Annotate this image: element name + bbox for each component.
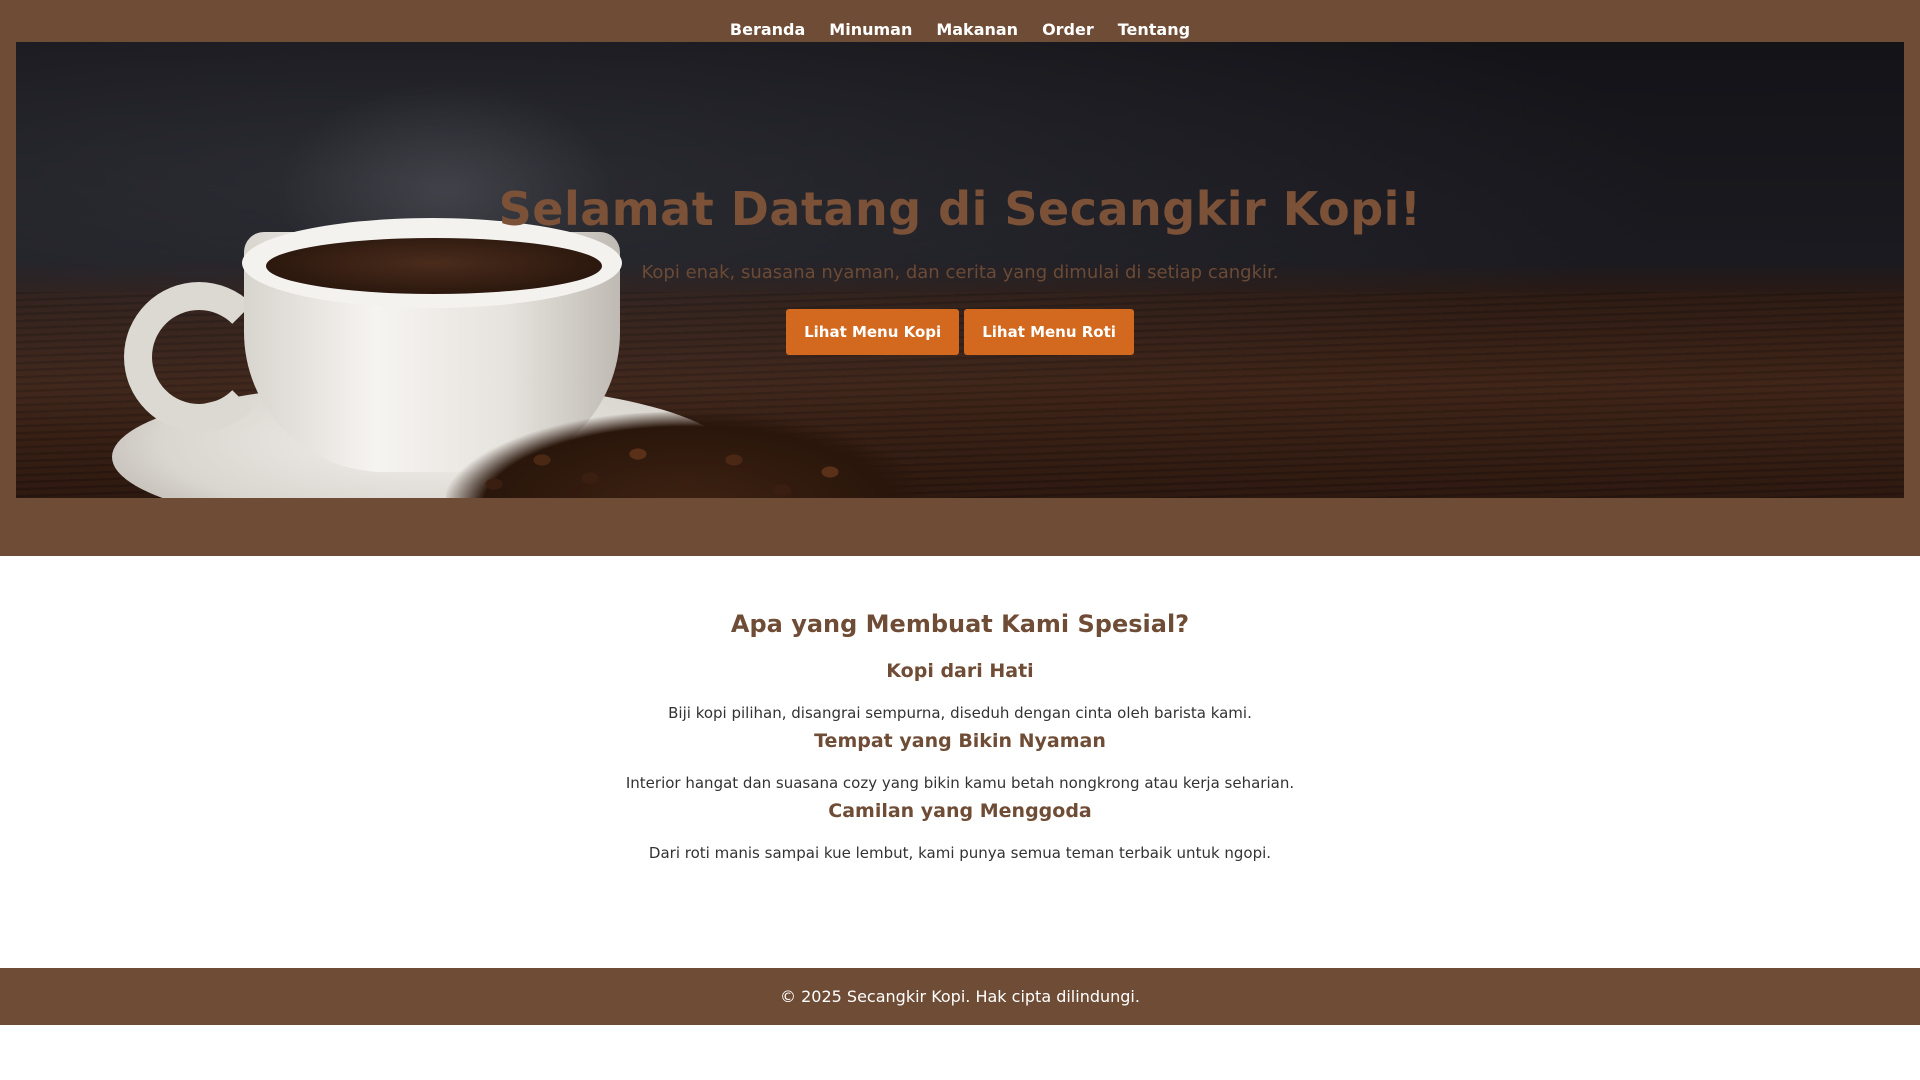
nav-link-order[interactable]: Order bbox=[1042, 20, 1094, 39]
nav-link-minuman[interactable]: Minuman bbox=[829, 20, 912, 39]
footer-copyright: © 2025 Secangkir Kopi. Hak cipta dilindu… bbox=[780, 987, 1140, 1006]
features-section: Apa yang Membuat Kami Spesial? Kopi dari… bbox=[0, 556, 1920, 968]
hero-section: Selamat Datang di Secangkir Kopi! Kopi e… bbox=[0, 42, 1920, 556]
footer: © 2025 Secangkir Kopi. Hak cipta dilindu… bbox=[0, 968, 1920, 1025]
features-title: Apa yang Membuat Kami Spesial? bbox=[730, 610, 1190, 638]
feature-text: Interior hangat dan suasana cozy yang bi… bbox=[625, 774, 1295, 792]
nav-link-beranda[interactable]: Beranda bbox=[730, 20, 805, 39]
main-nav: Beranda Minuman Makanan Order Tentang bbox=[0, 0, 1920, 42]
hero-subtitle: Kopi enak, suasana nyaman, dan cerita ya… bbox=[641, 262, 1279, 283]
hero-buttons: Lihat Menu Kopi Lihat Menu Roti bbox=[16, 309, 1904, 355]
hero-banner: Selamat Datang di Secangkir Kopi! Kopi e… bbox=[16, 42, 1904, 498]
nav-link-tentang[interactable]: Tentang bbox=[1118, 20, 1190, 39]
feature-item: Tempat yang Bikin Nyaman Interior hangat… bbox=[0, 730, 1920, 792]
hero-content: Selamat Datang di Secangkir Kopi! Kopi e… bbox=[16, 182, 1904, 355]
nav-link-makanan[interactable]: Makanan bbox=[936, 20, 1018, 39]
feature-title: Tempat yang Bikin Nyaman bbox=[814, 730, 1106, 752]
feature-item: Kopi dari Hati Biji kopi pilihan, disang… bbox=[0, 660, 1920, 722]
hero-title: Selamat Datang di Secangkir Kopi! bbox=[498, 182, 1422, 236]
bread-menu-button[interactable]: Lihat Menu Roti bbox=[964, 309, 1134, 355]
feature-title: Kopi dari Hati bbox=[886, 660, 1034, 682]
feature-text: Dari roti manis sampai kue lembut, kami … bbox=[648, 844, 1272, 862]
coffee-menu-button[interactable]: Lihat Menu Kopi bbox=[786, 309, 960, 355]
feature-title: Camilan yang Menggoda bbox=[828, 800, 1092, 822]
feature-text: Biji kopi pilihan, disangrai sempurna, d… bbox=[668, 704, 1252, 722]
feature-item: Camilan yang Menggoda Dari roti manis sa… bbox=[0, 800, 1920, 862]
